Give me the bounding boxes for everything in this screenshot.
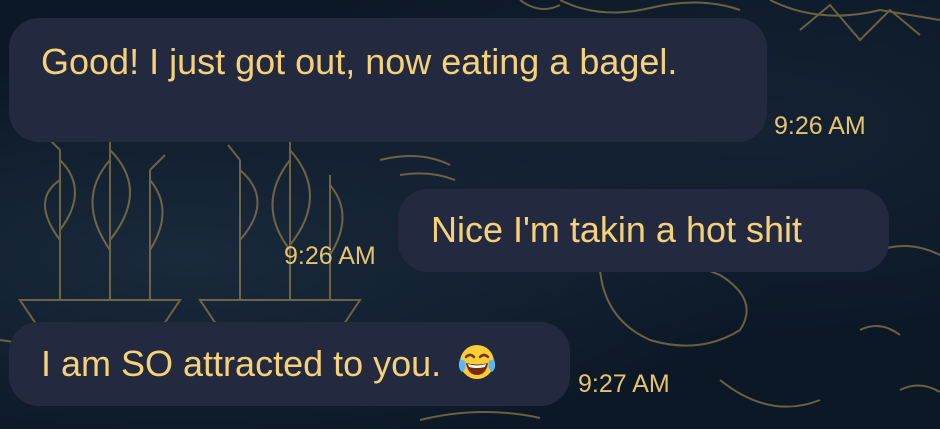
message-timestamp: 9:26 AM (284, 242, 376, 270)
outgoing-message-bubble[interactable]: Nice I'm takin a hot shit (398, 189, 889, 272)
face-with-tears-of-joy-icon (459, 345, 496, 379)
incoming-message-bubble[interactable]: Good! I just got out, now eating a bagel… (9, 18, 767, 142)
message-timestamp: 9:26 AM (774, 112, 866, 140)
incoming-message-bubble[interactable]: I am SO attracted to you. (9, 322, 570, 406)
message-timestamp: 9:27 AM (578, 370, 670, 398)
message-text: I am SO attracted to you. (41, 343, 442, 384)
message-text: Good! I just got out, now eating a bagel… (41, 41, 678, 82)
message-text: Nice I'm takin a hot shit (431, 209, 803, 250)
